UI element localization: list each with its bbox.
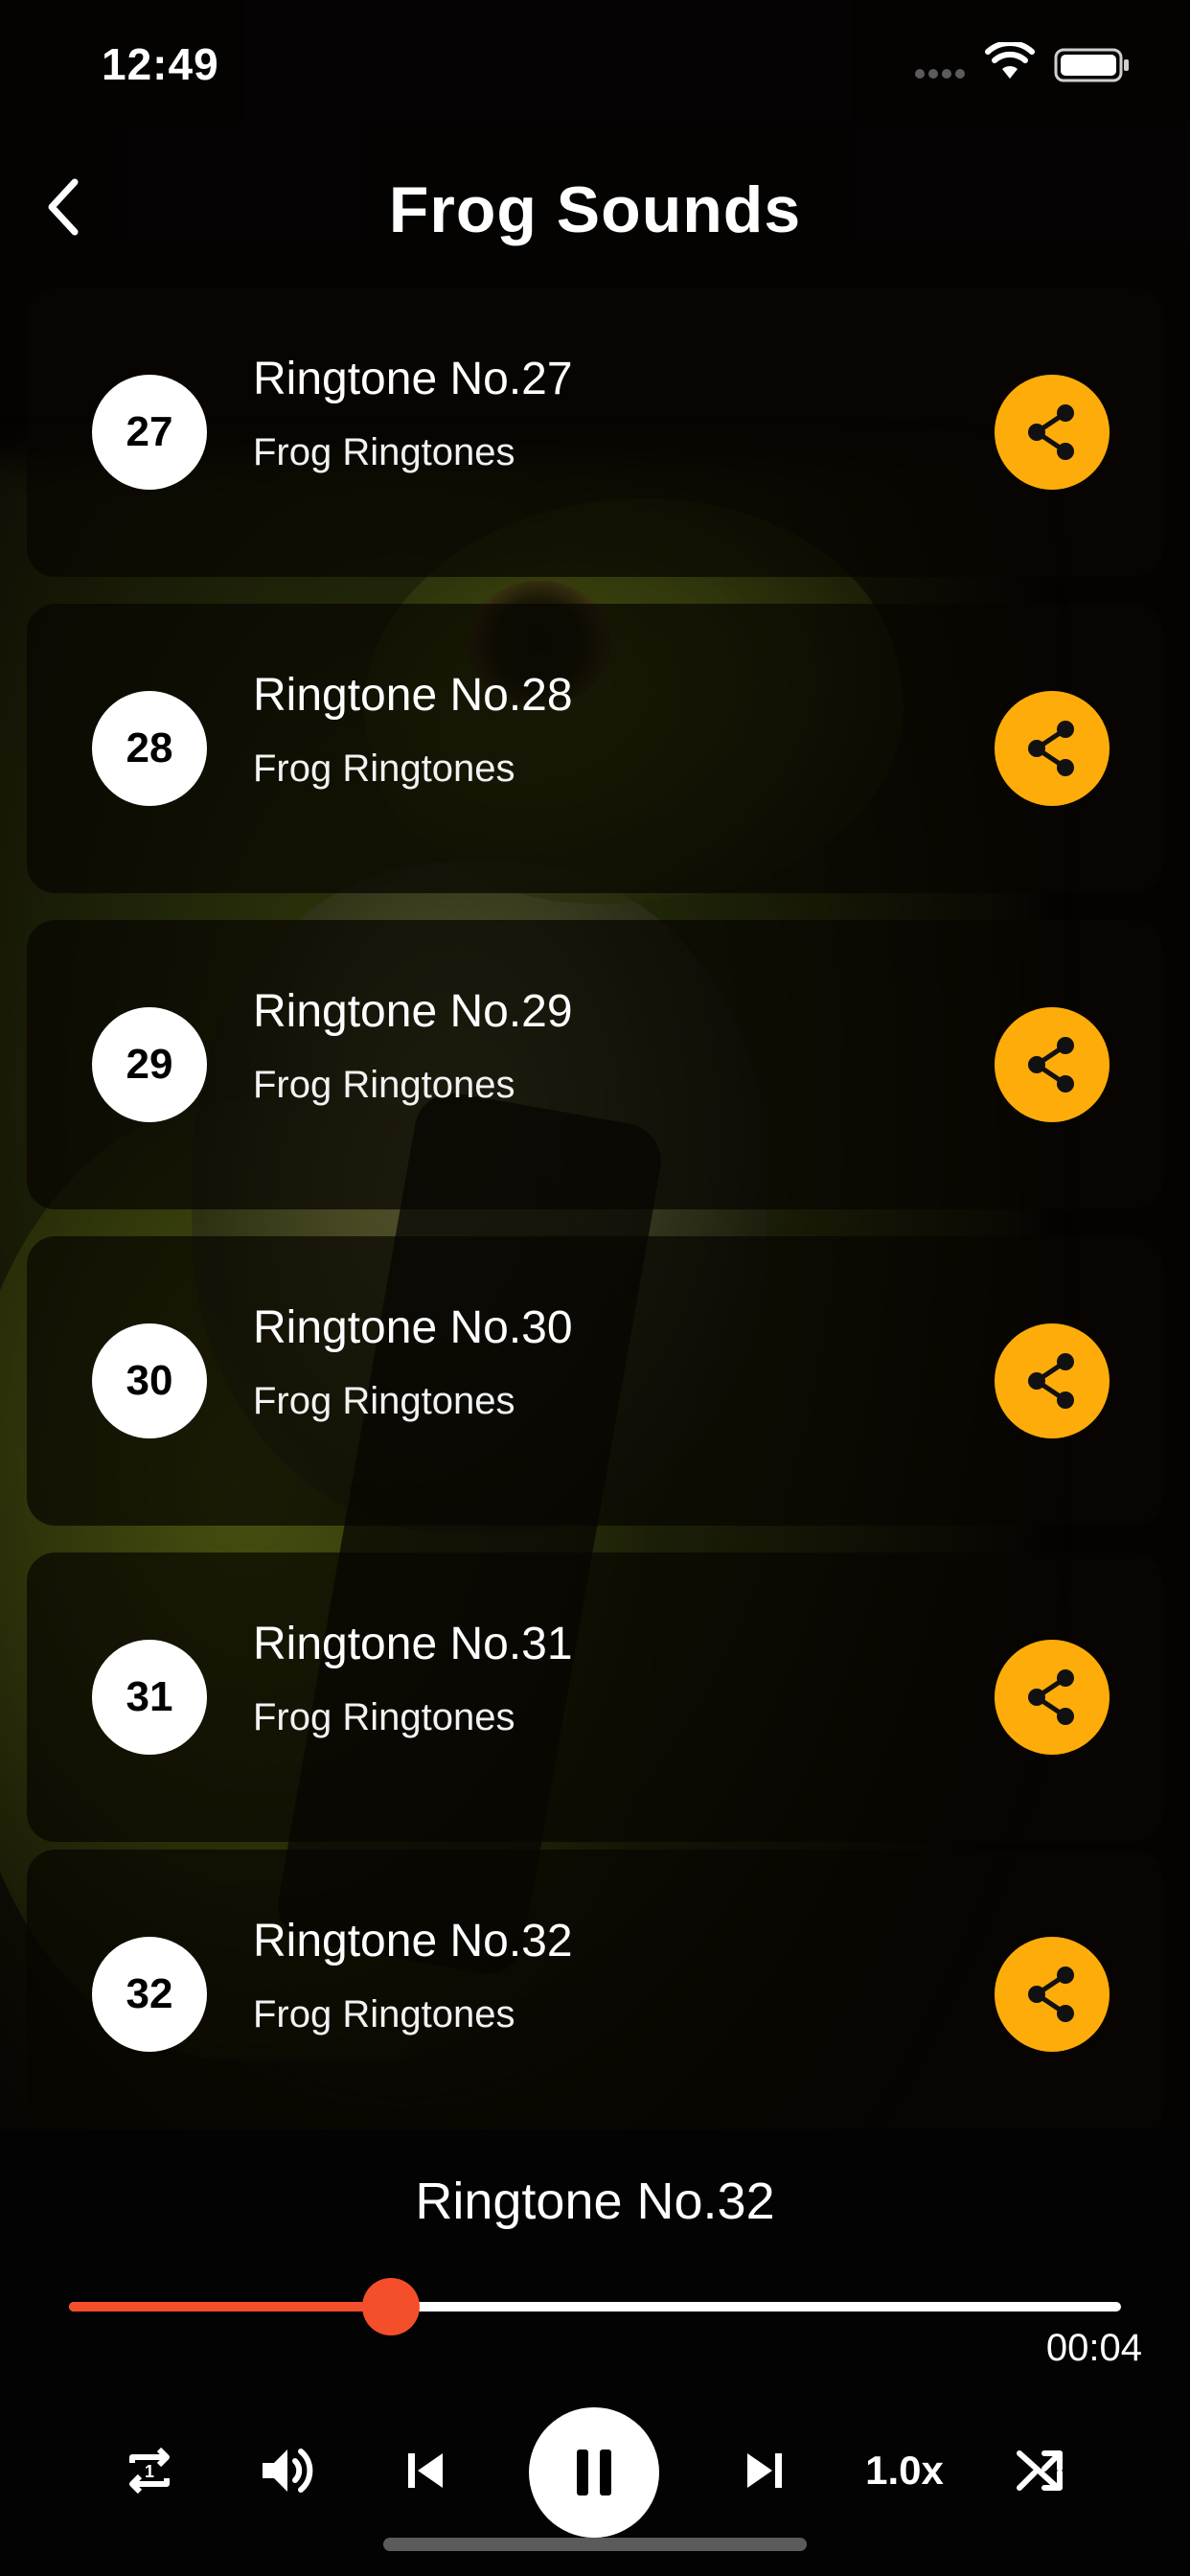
ringtone-number-badge: 31 (92, 1640, 207, 1755)
wifi-icon (985, 40, 1035, 80)
status-time: 12:49 (102, 39, 219, 89)
shuffle-button[interactable] (995, 2425, 1087, 2517)
share-button[interactable] (995, 1640, 1110, 1755)
repeat-one-icon: 1 (129, 2447, 170, 2495)
home-indicator (383, 2538, 807, 2551)
skip-next-icon (747, 2453, 782, 2488)
ringtone-title: Ringtone No.30 (253, 1302, 573, 1353)
volume-button[interactable] (241, 2425, 333, 2517)
share-button[interactable] (995, 1323, 1110, 1438)
ringtone-list-item[interactable]: 27 Ringtone No.27 Frog Ringtones (27, 288, 1163, 577)
ringtone-title: Ringtone No.32 (253, 1916, 573, 1966)
repeat-one-button[interactable]: 1 (103, 2425, 195, 2517)
cellular-signal-icon (915, 69, 973, 79)
ringtone-list-item[interactable]: 28 Ringtone No.28 Frog Ringtones (27, 604, 1163, 893)
share-icon (1028, 1669, 1074, 1725)
ringtone-subtitle: Frog Ringtones (253, 1993, 515, 2036)
progress-slider[interactable] (69, 2278, 1121, 2335)
share-button[interactable] (995, 691, 1110, 806)
ringtone-subtitle: Frog Ringtones (253, 1696, 515, 1738)
share-icon (1028, 1966, 1074, 2022)
now-playing-title: Ringtone No.32 (415, 2173, 775, 2230)
share-button[interactable] (995, 375, 1110, 490)
playback-speed-button[interactable]: 1.0x (857, 2425, 952, 2517)
progress-fill (69, 2302, 391, 2312)
ringtone-subtitle: Frog Ringtones (253, 431, 515, 473)
ringtone-number-badge: 30 (92, 1323, 207, 1438)
previous-button[interactable] (379, 2425, 471, 2517)
battery-icon (1054, 48, 1131, 82)
ringtone-number-badge: 28 (92, 691, 207, 806)
ringtone-title: Ringtone No.27 (253, 354, 573, 404)
ringtone-list-item[interactable]: 32 Ringtone No.32 Frog Ringtones (27, 1850, 1163, 2139)
ringtone-title: Ringtone No.29 (253, 986, 573, 1037)
ringtone-subtitle: Frog Ringtones (253, 1064, 515, 1106)
ringtone-number-badge: 29 (92, 1007, 207, 1122)
share-icon (1028, 404, 1074, 460)
ringtone-number-badge: 27 (92, 375, 207, 490)
progress-thumb[interactable] (361, 2278, 420, 2335)
pause-button[interactable] (529, 2407, 659, 2538)
svg-text:1: 1 (145, 2462, 154, 2481)
ringtone-number-badge: 32 (92, 1937, 207, 2052)
ringtone-title: Ringtone No.31 (253, 1619, 573, 1669)
skip-previous-icon (408, 2453, 443, 2488)
playback-controls: 1 1.0x (0, 2407, 1190, 2542)
pause-icon (577, 2450, 611, 2496)
ringtone-list-item[interactable]: 29 Ringtone No.29 Frog Ringtones (27, 920, 1163, 1209)
share-icon (1028, 1037, 1074, 1092)
audio-player: Ringtone No.32 00:04 1 1.0x (0, 2129, 1190, 2576)
ringtone-list-item[interactable]: 31 Ringtone No.31 Frog Ringtones (27, 1552, 1163, 1842)
elapsed-time: 00:04 (1045, 2327, 1142, 2369)
page-title: Frog Sounds (388, 173, 802, 246)
next-button[interactable] (719, 2425, 811, 2517)
ringtone-subtitle: Frog Ringtones (253, 748, 515, 790)
playback-speed-label: 1.0x (865, 2448, 944, 2493)
shuffle-icon (1017, 2450, 1063, 2491)
share-icon (1028, 721, 1074, 776)
share-button[interactable] (995, 1937, 1110, 2052)
status-bar: 12:49 (0, 0, 1190, 134)
ringtone-list-item[interactable]: 30 Ringtone No.30 Frog Ringtones (27, 1236, 1163, 1526)
share-button[interactable] (995, 1007, 1110, 1122)
navigation-header: Frog Sounds (0, 144, 1190, 278)
ringtone-title: Ringtone No.28 (253, 670, 573, 721)
share-icon (1028, 1353, 1074, 1409)
ringtone-subtitle: Frog Ringtones (253, 1380, 515, 1422)
volume-icon (263, 2449, 313, 2493)
